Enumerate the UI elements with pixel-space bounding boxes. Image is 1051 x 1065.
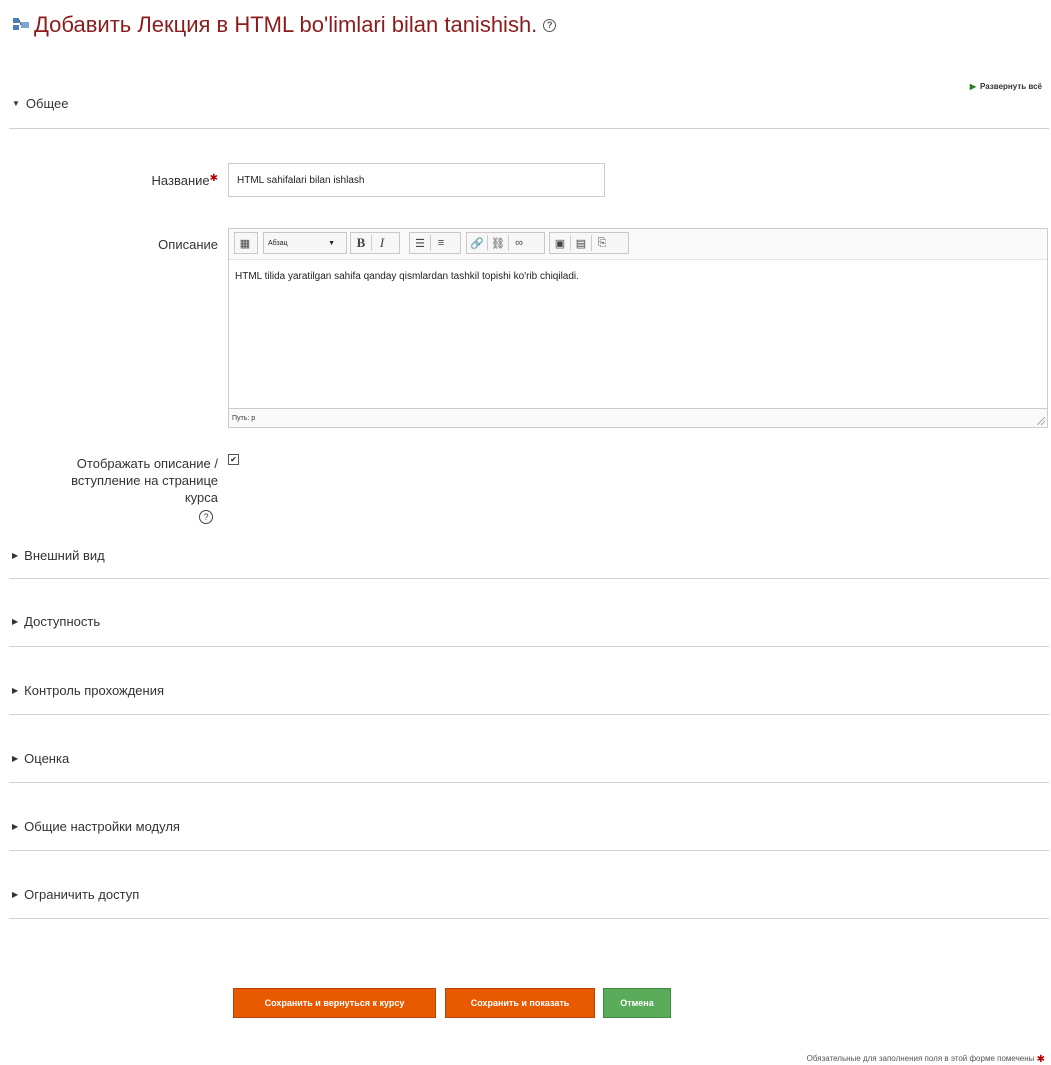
bold-icon[interactable]: B xyxy=(352,234,370,252)
link-icon[interactable]: 🔗 xyxy=(468,234,486,252)
show-description-label-line: Отображать описание / xyxy=(76,456,218,471)
show-description-label: Отображать описание / вступление на стра… xyxy=(71,455,218,506)
italic-icon[interactable]: I xyxy=(373,234,391,252)
divider xyxy=(9,850,1049,851)
divider xyxy=(9,782,1049,783)
link-group: 🔗 ⛓ ∞ xyxy=(466,232,545,254)
description-editor[interactable]: ▦ Абзац ▼ B I ☰ ≡ 🔗 ⛓ ∞ ▣ ▤ ⎘ HTML tilid… xyxy=(228,228,1048,428)
help-icon[interactable]: ? xyxy=(543,18,557,32)
format-select[interactable]: Абзац ▼ xyxy=(263,232,347,254)
section-completion-header[interactable]: ▶ Контроль прохождения xyxy=(12,675,1047,705)
editor-toolbar: ▦ Абзац ▼ B I ☰ ≡ 🔗 ⛓ ∞ ▣ ▤ ⎘ xyxy=(229,229,1047,260)
toolbar-separator xyxy=(371,235,372,251)
section-common-module-header[interactable]: ▶ Общие настройки модуля xyxy=(12,811,1047,841)
triangle-down-icon: ▼ xyxy=(12,98,20,108)
triangle-right-icon: ▶ xyxy=(12,685,19,695)
name-label-text: Название xyxy=(151,173,210,188)
triangle-right-icon: ▶ xyxy=(12,821,19,831)
chevron-down-icon: ▼ xyxy=(328,239,335,247)
required-icon: ✱ xyxy=(209,173,218,184)
media-icon[interactable]: ▤ xyxy=(572,234,590,252)
section-general-header[interactable]: ▼ Общее xyxy=(12,88,1047,118)
unordered-list-icon[interactable]: ☰ xyxy=(411,234,429,252)
show-description-checkbox[interactable]: ✔ xyxy=(228,454,239,465)
editor-path: Путь: p xyxy=(232,414,256,422)
show-description-label-line: вступление на странице xyxy=(71,473,218,488)
toolbar-separator xyxy=(430,235,431,251)
toolbar-separator xyxy=(508,235,509,251)
show-description-label-line: курса xyxy=(184,490,218,505)
triangle-right-icon: ▶ xyxy=(12,550,19,560)
resize-handle-icon[interactable] xyxy=(1037,417,1045,425)
save-and-return-button[interactable]: Сохранить и вернуться к курсу xyxy=(233,988,436,1018)
section-general-label: Общее xyxy=(25,95,69,111)
lesson-icon xyxy=(13,18,29,30)
section-appearance-header[interactable]: ▶ Внешний вид xyxy=(12,540,1047,570)
anchor-link-icon[interactable]: ∞ xyxy=(510,234,528,252)
required-icon: ✱ xyxy=(1036,1054,1045,1065)
section-completion-label: Контроль прохождения xyxy=(24,682,165,698)
divider xyxy=(9,578,1049,579)
section-availability-header[interactable]: ▶ Доступность xyxy=(12,606,1047,636)
name-label: Название✱ xyxy=(152,173,218,188)
section-restrict-label: Ограничить доступ xyxy=(24,886,140,902)
paste-icon[interactable]: ⎘ xyxy=(593,234,611,252)
page-title-text: Добавить Лекция в HTML bo'limlari bilan … xyxy=(34,12,538,37)
toolbar-toggle-icon[interactable]: ▦ xyxy=(236,234,254,252)
triangle-right-icon: ▶ xyxy=(12,889,19,899)
section-grade-label: Оценка xyxy=(24,750,70,766)
cancel-button[interactable]: Отмена xyxy=(603,988,671,1018)
name-field[interactable] xyxy=(228,163,605,197)
toolbar-separator xyxy=(570,235,571,251)
unlink-icon[interactable]: ⛓ xyxy=(489,234,507,252)
toolbar-toggle-group: ▦ xyxy=(234,232,258,254)
save-and-display-button[interactable]: Сохранить и показать xyxy=(445,988,595,1018)
triangle-right-icon: ▶ xyxy=(12,616,19,626)
divider xyxy=(9,128,1049,129)
list-group: ☰ ≡ xyxy=(409,232,461,254)
required-fields-note: Обязательные для заполнения поля в этой … xyxy=(807,1054,1045,1065)
divider xyxy=(9,714,1049,715)
section-common-module-label: Общие настройки модуля xyxy=(24,818,180,834)
toolbar-separator xyxy=(487,235,488,251)
editor-content[interactable]: HTML tilida yaratilgan sahifa qanday qis… xyxy=(235,271,579,282)
divider xyxy=(9,918,1049,919)
media-group: ▣ ▤ ⎘ xyxy=(549,232,629,254)
format-dropdown[interactable]: Абзац ▼ xyxy=(264,240,338,247)
section-restrict-header[interactable]: ▶ Ограничить доступ xyxy=(12,879,1047,909)
divider xyxy=(9,646,1049,647)
format-value: Абзац xyxy=(268,239,288,247)
section-appearance-label: Внешний вид xyxy=(24,547,105,563)
ordered-list-icon[interactable]: ≡ xyxy=(432,234,450,252)
required-fields-note-text: Обязательные для заполнения поля в этой … xyxy=(806,1054,1035,1063)
help-icon[interactable]: ? xyxy=(199,510,213,524)
text-style-group: B I xyxy=(350,232,400,254)
section-availability-label: Доступность xyxy=(24,613,101,629)
triangle-right-icon: ▶ xyxy=(12,753,19,763)
editor-statusbar: Путь: p xyxy=(229,408,1047,427)
image-icon[interactable]: ▣ xyxy=(551,234,569,252)
page-title: Добавить Лекция в HTML bo'limlari bilan … xyxy=(12,12,557,38)
description-label: Описание xyxy=(158,237,218,252)
section-grade-header[interactable]: ▶ Оценка xyxy=(12,743,1047,773)
toolbar-separator xyxy=(591,235,592,251)
